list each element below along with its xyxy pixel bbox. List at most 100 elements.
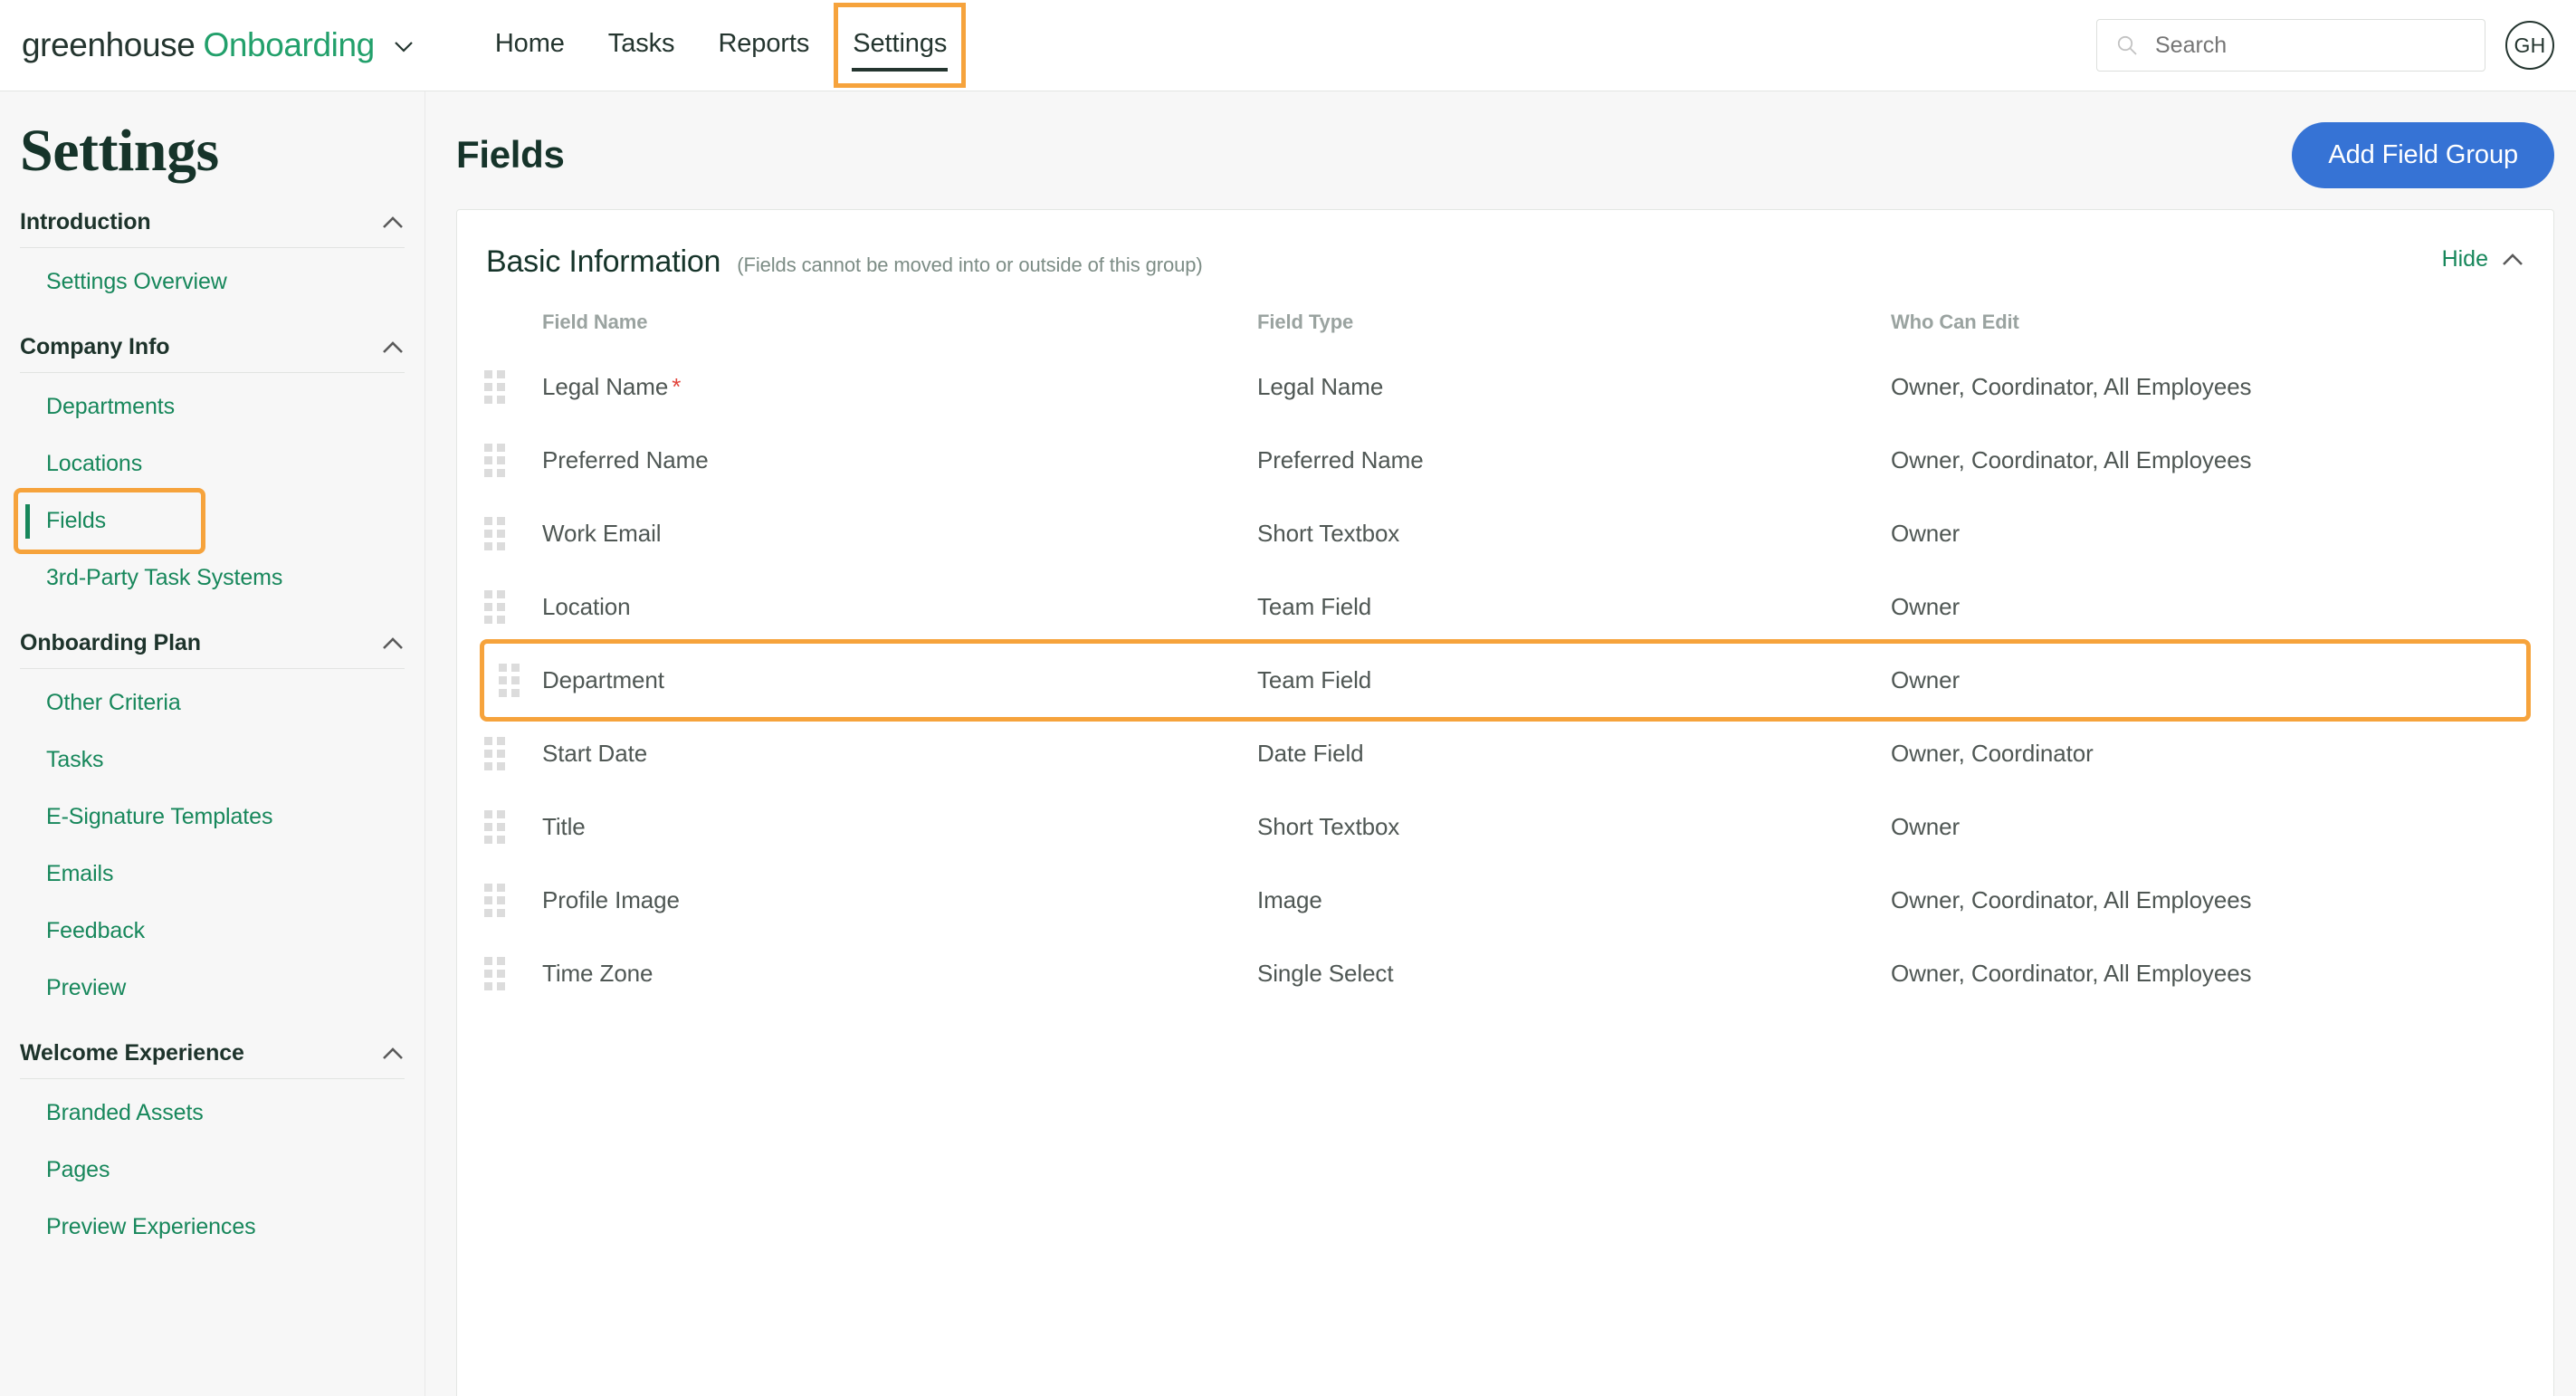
cell-field-type: Date Field: [1257, 740, 1364, 767]
sidebar-item-preview[interactable]: Preview: [20, 960, 405, 1017]
table-row[interactable]: Start Date Date Field Owner, Coordinator: [484, 717, 2526, 790]
search-box[interactable]: [2096, 19, 2485, 72]
drag-handle-icon[interactable]: [484, 810, 505, 844]
drag-handle-cell[interactable]: [484, 937, 542, 1010]
sidebar-item-locations[interactable]: Locations: [20, 435, 405, 492]
table-row-department[interactable]: Department Team Field Owner: [480, 639, 2531, 722]
sidebar-section-header-introduction[interactable]: Introduction: [20, 209, 405, 248]
search-input[interactable]: [2155, 32, 2466, 59]
sidebar-section-title: Introduction: [20, 209, 151, 234]
drag-handle-cell[interactable]: [484, 864, 542, 937]
hide-label: Hide: [2441, 246, 2488, 272]
fields-table-body: Legal Name * Legal Name Owner, Coordinato…: [480, 350, 2531, 1010]
column-header-handle: [484, 301, 542, 350]
sidebar-item-branded-assets[interactable]: Branded Assets: [20, 1085, 405, 1142]
sidebar-section-company-info: Company Info Departments Locations Field…: [14, 334, 405, 607]
table-row[interactable]: Legal Name * Legal Name Owner, Coordinato…: [484, 350, 2526, 424]
sidebar-item-settings-overview[interactable]: Settings Overview: [20, 253, 405, 311]
drag-handle-icon[interactable]: [484, 884, 505, 917]
chevron-up-icon[interactable]: [381, 1047, 405, 1061]
drag-handle-icon[interactable]: [484, 517, 505, 550]
sidebar-item-pages[interactable]: Pages: [20, 1142, 405, 1199]
avatar[interactable]: GH: [2505, 21, 2554, 70]
cell-field-name: Profile Image: [542, 886, 680, 913]
table-header-row: Field Name Field Type Who Can Edit: [484, 301, 2526, 350]
drag-handle-icon[interactable]: [484, 957, 505, 990]
drag-handle-cell[interactable]: [484, 644, 542, 717]
chevron-up-icon[interactable]: [381, 215, 405, 230]
fields-table: Field Name Field Type Who Can Edit Legal…: [480, 301, 2531, 1010]
sidebar-section-title: Company Info: [20, 334, 170, 359]
drag-handle-cell[interactable]: [484, 350, 542, 424]
sidebar-item-label: Preview: [46, 975, 127, 1000]
settings-sidebar: Settings Introduction Settings Overview …: [0, 91, 425, 1396]
sidebar-item-feedback[interactable]: Feedback: [20, 903, 405, 960]
drag-handle-icon[interactable]: [499, 664, 520, 697]
sidebar-item-3rd-party-task-systems[interactable]: 3rd-Party Task Systems: [20, 550, 405, 607]
sidebar-item-tasks[interactable]: Tasks: [20, 731, 405, 789]
cell-field-type: Image: [1257, 886, 1322, 913]
tab-reports[interactable]: Reports: [696, 0, 831, 91]
cell-field-name: Legal Name *: [542, 350, 1257, 424]
sidebar-section-header-onboarding-plan[interactable]: Onboarding Plan: [20, 630, 405, 669]
chevron-down-icon[interactable]: [390, 33, 417, 60]
field-group-title: Basic Information: [486, 244, 721, 279]
sidebar-item-label: Branded Assets: [46, 1100, 204, 1125]
drag-handle-cell[interactable]: [484, 717, 542, 790]
cell-who-can-edit: Owner, Coordinator, All Employees: [1891, 960, 2252, 987]
sidebar-item-label: Departments: [46, 394, 176, 419]
drag-handle-cell[interactable]: [484, 570, 542, 644]
sidebar-item-emails[interactable]: Emails: [20, 846, 405, 903]
sidebar-item-preview-experiences[interactable]: Preview Experiences: [20, 1199, 405, 1256]
sidebar-section-title: Onboarding Plan: [20, 630, 201, 655]
cell-who-can-edit: Owner, Coordinator, All Employees: [1891, 886, 2252, 913]
drag-handle-icon[interactable]: [484, 370, 505, 404]
cell-who-can-edit: Owner, Coordinator: [1891, 740, 2094, 767]
cell-who-can-edit: Owner, Coordinator, All Employees: [1891, 446, 2252, 473]
cell-field-type: Short Textbox: [1257, 813, 1400, 840]
table-row[interactable]: Preferred Name Preferred Name Owner, Coo…: [484, 424, 2526, 497]
table-row[interactable]: Time Zone Single Select Owner, Coordinat…: [484, 937, 2526, 1010]
sidebar-section-introduction: Introduction Settings Overview: [20, 209, 405, 311]
sidebar-section-header-company-info[interactable]: Company Info: [20, 334, 405, 373]
chevron-up-icon: [2501, 253, 2524, 267]
sidebar-section-header-welcome-experience[interactable]: Welcome Experience: [20, 1040, 405, 1079]
tab-home[interactable]: Home: [473, 0, 587, 91]
sidebar-item-label: Emails: [46, 861, 114, 886]
add-field-group-button[interactable]: Add Field Group: [2292, 121, 2554, 188]
cell-field-name: Time Zone: [542, 960, 654, 987]
sidebar-section-title: Welcome Experience: [20, 1040, 244, 1066]
tab-settings[interactable]: Settings: [831, 0, 968, 91]
table-row[interactable]: Location Team Field Owner: [484, 570, 2526, 644]
main-header: Fields Add Field Group: [456, 115, 2554, 195]
column-header-field-type: Field Type: [1257, 311, 1354, 333]
fields-page-title: Fields: [456, 133, 565, 176]
cell-who-can-edit: Owner, Coordinator, All Employees: [1891, 373, 2252, 400]
cell-field-type: Single Select: [1257, 960, 1394, 987]
sidebar-item-departments[interactable]: Departments: [20, 378, 405, 435]
table-row[interactable]: Profile Image Image Owner, Coordinator, …: [484, 864, 2526, 937]
drag-handle-icon[interactable]: [484, 444, 505, 477]
table-row[interactable]: Title Short Textbox Owner: [484, 790, 2526, 864]
brand-logo[interactable]: greenhouse Onboarding: [22, 26, 417, 64]
table-row[interactable]: Work Email Short Textbox Owner: [484, 497, 2526, 570]
drag-handle-icon[interactable]: [484, 590, 505, 624]
brand-name-greenhouse: greenhouse: [22, 26, 196, 63]
drag-handle-icon[interactable]: [484, 737, 505, 770]
chevron-up-icon[interactable]: [381, 340, 405, 355]
sidebar-item-e-signature-templates[interactable]: E-Signature Templates: [20, 789, 405, 846]
field-name-text: Legal Name: [542, 373, 669, 400]
drag-handle-cell[interactable]: [484, 790, 542, 864]
hide-toggle[interactable]: Hide: [2442, 246, 2524, 273]
page-body: Settings Introduction Settings Overview …: [0, 91, 2576, 1396]
column-header-field-name: Field Name: [542, 311, 648, 333]
tab-tasks[interactable]: Tasks: [587, 0, 697, 91]
chevron-up-icon[interactable]: [381, 636, 405, 651]
cell-who-can-edit: Owner: [1891, 666, 1961, 693]
sidebar-item-fields[interactable]: Fields: [14, 488, 205, 554]
cell-field-name: Location: [542, 593, 631, 620]
cell-field-type: Team Field: [1257, 593, 1372, 620]
sidebar-item-other-criteria[interactable]: Other Criteria: [20, 674, 405, 731]
drag-handle-cell[interactable]: [484, 424, 542, 497]
drag-handle-cell[interactable]: [484, 497, 542, 570]
